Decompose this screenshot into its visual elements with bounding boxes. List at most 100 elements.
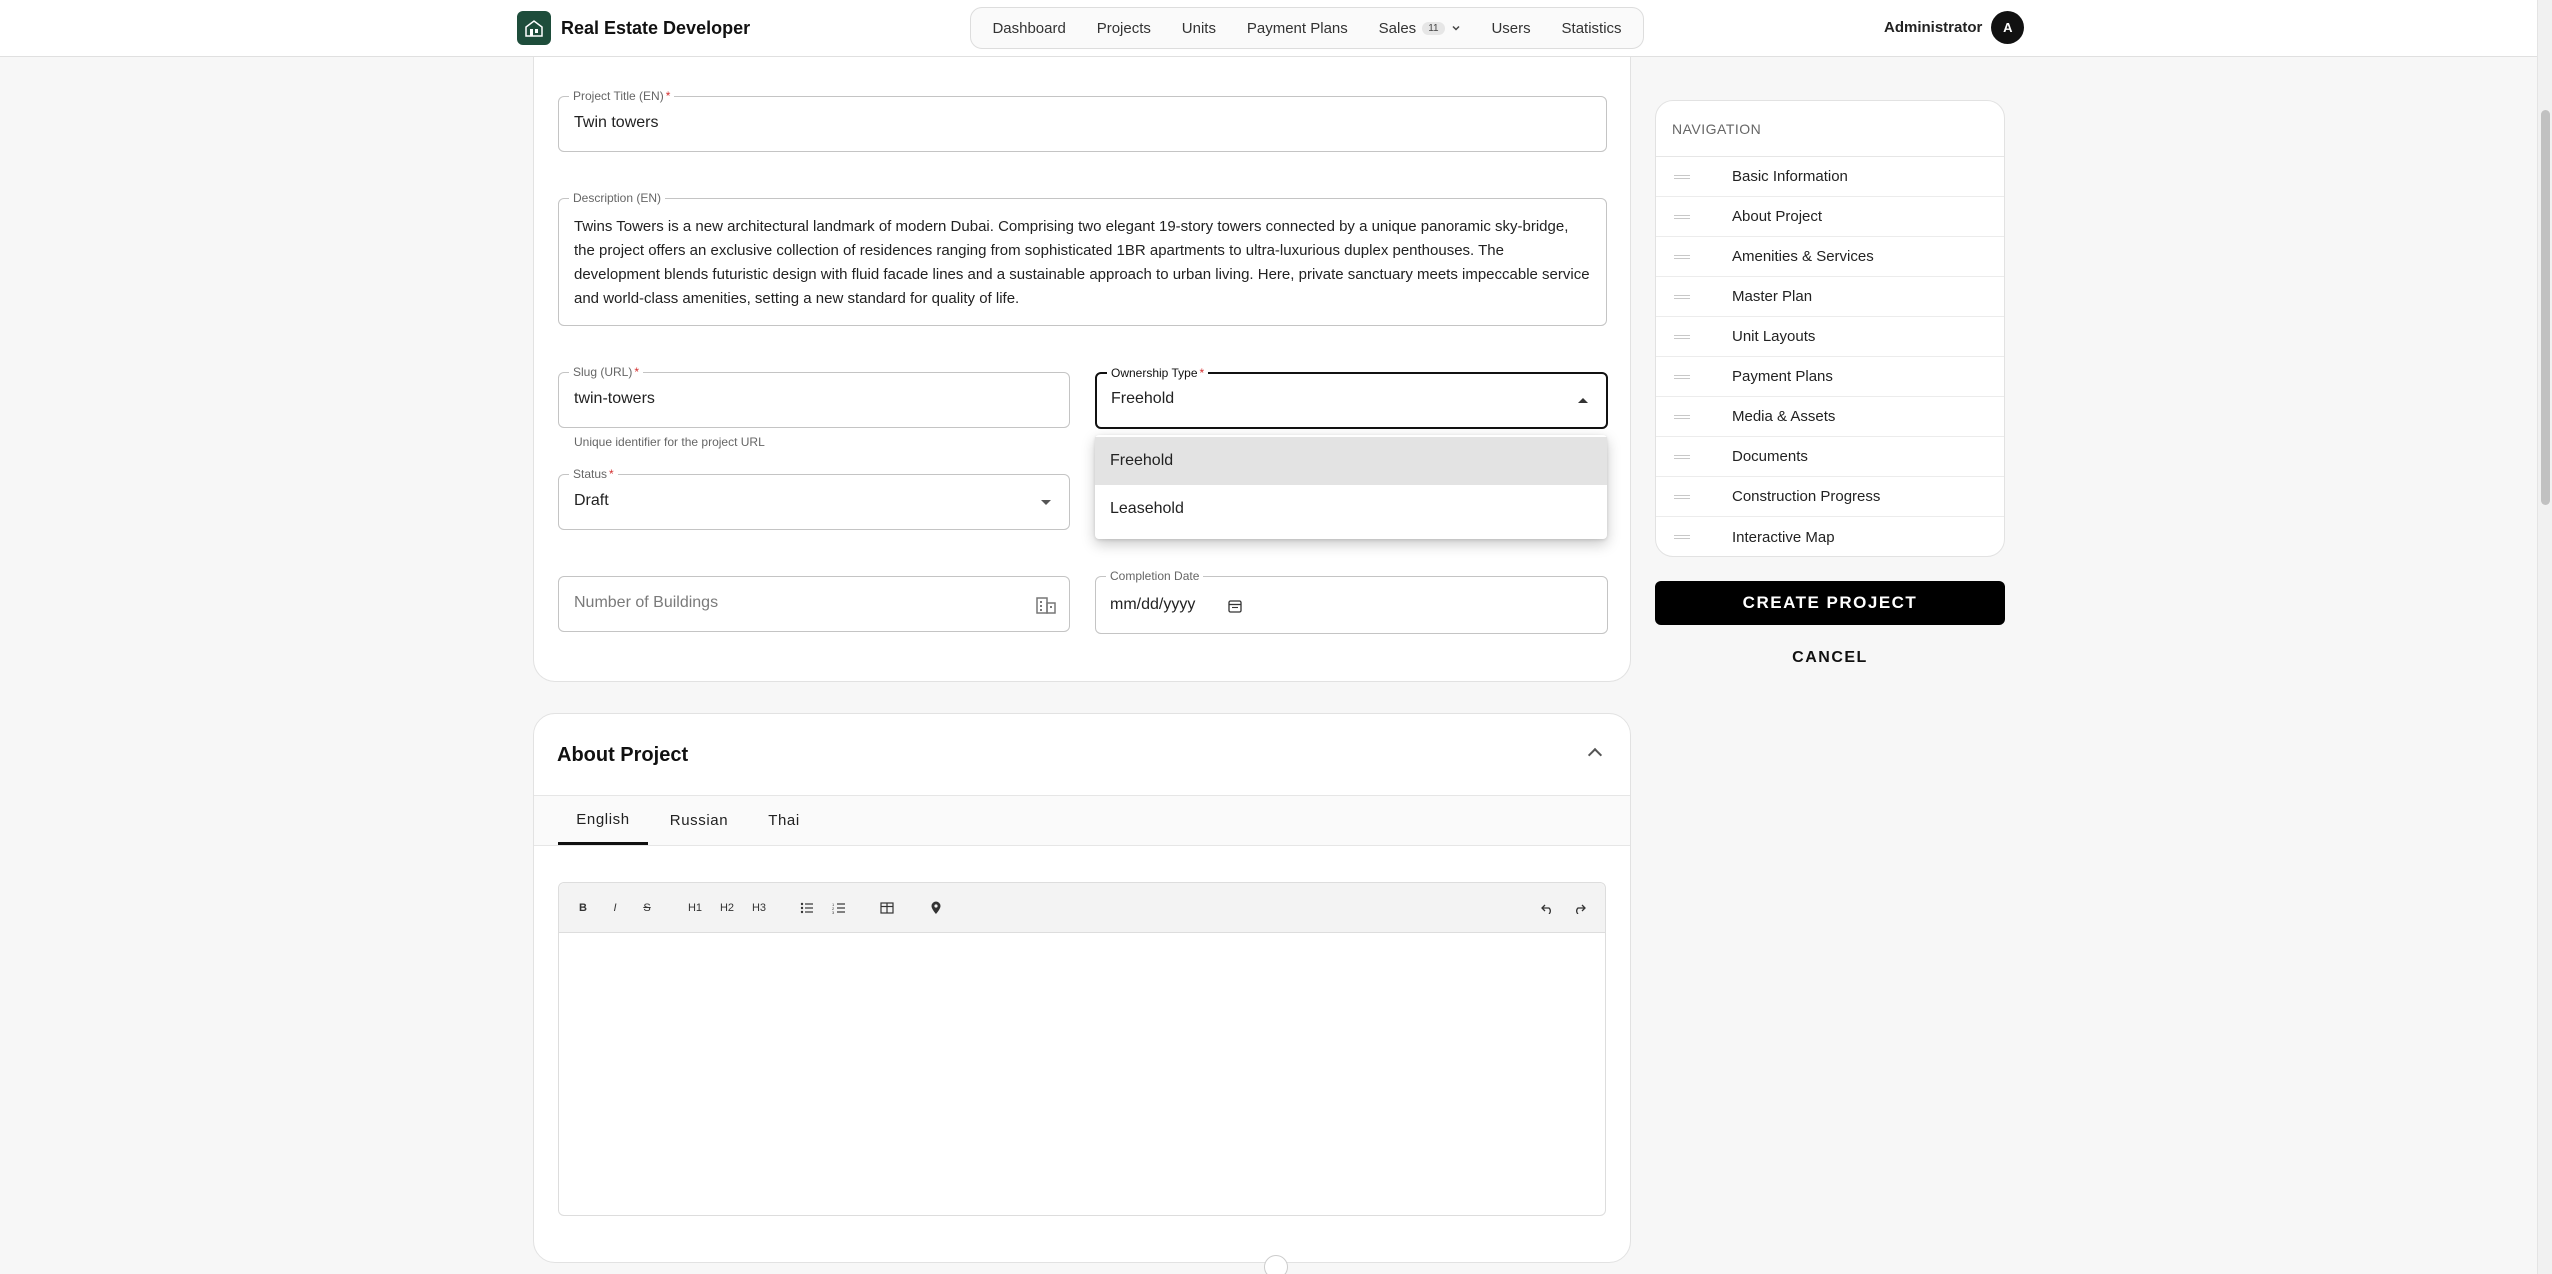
- nav-payment-plans[interactable]: Payment Plans: [1247, 20, 1348, 37]
- drag-handle-icon[interactable]: [1674, 335, 1690, 339]
- drag-handle-icon[interactable]: [1674, 255, 1690, 259]
- nav-dashboard[interactable]: Dashboard: [992, 20, 1065, 37]
- number-of-buildings-placeholder: Number of Buildings: [574, 594, 719, 611]
- ownership-option-freehold[interactable]: Freehold: [1095, 437, 1607, 485]
- sidebar-item-interactive-map[interactable]: Interactive Map: [1656, 517, 2004, 556]
- user-menu[interactable]: Administrator A: [1884, 11, 2025, 44]
- location-pin-icon[interactable]: [925, 897, 947, 919]
- ordered-list-icon[interactable]: 123: [828, 897, 850, 919]
- drag-handle-icon[interactable]: [1674, 415, 1690, 419]
- project-title-label: Project Title (EN) *: [569, 89, 675, 103]
- nav-sales-label: Sales: [1378, 19, 1417, 37]
- table-icon[interactable]: [876, 897, 898, 919]
- status-label: Status *: [569, 467, 618, 481]
- avatar[interactable]: A: [1991, 11, 2025, 44]
- strikethrough-button[interactable]: S: [636, 897, 658, 919]
- basic-information-card: Project Title (EN) * Twin towers Descript…: [533, 20, 1631, 682]
- undo-icon[interactable]: [1536, 897, 1558, 919]
- sidebar-item-label: Interactive Map: [1732, 528, 1835, 546]
- ownership-option-leasehold[interactable]: Leasehold: [1095, 485, 1607, 533]
- drag-handle-icon[interactable]: [1674, 175, 1690, 179]
- nav-units[interactable]: Units: [1182, 20, 1216, 37]
- sidebar-item-label: Documents: [1732, 448, 1808, 465]
- calendar-icon[interactable]: [1227, 598, 1243, 614]
- status-value: Draft: [574, 492, 609, 509]
- drag-handle-icon[interactable]: [1674, 215, 1690, 219]
- redo-icon[interactable]: [1568, 897, 1590, 919]
- slug-field[interactable]: Slug (URL) * twin-towers: [558, 365, 1070, 428]
- heading-1-button[interactable]: H1: [684, 897, 706, 919]
- building-logo-icon: [517, 11, 551, 45]
- top-app-bar: Real Estate Developer Dashboard Projects…: [0, 0, 2537, 57]
- sidebar-item-master-plan[interactable]: Master Plan: [1656, 277, 2004, 317]
- section-navigation-panel: NAVIGATION Basic Information About Proje…: [1655, 100, 2005, 557]
- description-field[interactable]: Description (EN) Twins Towers is a new a…: [558, 191, 1607, 326]
- sidebar-item-unit-layouts[interactable]: Unit Layouts: [1656, 317, 2004, 357]
- create-project-button[interactable]: CREATE PROJECT: [1655, 581, 2005, 625]
- completion-date-field[interactable]: Completion Date mm/dd/yyyy: [1095, 569, 1608, 634]
- description-value: Twins Towers is a new architectural land…: [574, 218, 1590, 307]
- caret-down-icon[interactable]: [1041, 500, 1051, 505]
- tab-english[interactable]: English: [558, 796, 648, 845]
- sidebar-item-media-assets[interactable]: Media & Assets: [1656, 397, 2004, 437]
- sidebar-item-label: Unit Layouts: [1732, 328, 1816, 345]
- ownership-type-select[interactable]: Ownership Type * Freehold: [1095, 366, 1608, 429]
- brand[interactable]: Real Estate Developer: [517, 11, 750, 45]
- drag-handle-icon[interactable]: [1674, 455, 1690, 459]
- sidebar-item-amenities-services[interactable]: Amenities & Services: [1656, 237, 2004, 277]
- sidebar-item-documents[interactable]: Documents: [1656, 437, 2004, 477]
- sidebar-item-label: Master Plan: [1732, 288, 1813, 305]
- language-tabs: English Russian Thai: [534, 796, 1630, 846]
- cancel-button[interactable]: CANCEL: [1655, 642, 2005, 674]
- sidebar-item-label: About Project: [1732, 208, 1823, 225]
- svg-text:3: 3: [832, 910, 835, 914]
- status-select[interactable]: Status * Draft: [558, 467, 1070, 530]
- building-icon: [1036, 597, 1056, 614]
- chevron-down-icon: [1452, 25, 1460, 31]
- nav-users[interactable]: Users: [1491, 20, 1530, 37]
- navigation-title: NAVIGATION: [1656, 101, 2004, 157]
- project-title-value: Twin towers: [574, 114, 659, 131]
- drag-handle-icon[interactable]: [1674, 535, 1690, 539]
- slug-value: twin-towers: [574, 390, 655, 407]
- scrollbar-thumb[interactable]: [2541, 110, 2550, 505]
- rich-text-editor[interactable]: B I S H1 H2 H3 123: [558, 882, 1606, 1216]
- drag-handle-icon[interactable]: [1674, 375, 1690, 379]
- main-nav: Dashboard Projects Units Payment Plans S…: [970, 7, 1644, 49]
- about-project-card: About Project English Russian Thai B I S…: [533, 713, 1631, 1263]
- completion-date-placeholder: mm/dd/yyyy: [1110, 596, 1196, 613]
- caret-up-icon[interactable]: [1578, 398, 1588, 403]
- heading-3-button[interactable]: H3: [748, 897, 770, 919]
- drag-handle-icon[interactable]: [1674, 495, 1690, 499]
- nav-projects[interactable]: Projects: [1097, 20, 1151, 37]
- nav-sales[interactable]: Sales 11: [1379, 20, 1461, 37]
- bold-button[interactable]: B: [572, 897, 594, 919]
- scroll-to-top-icon[interactable]: [1264, 1255, 1288, 1274]
- ownership-type-menu: Freehold Leasehold: [1095, 435, 1607, 539]
- about-project-header[interactable]: About Project: [534, 714, 1630, 796]
- brand-name: Real Estate Developer: [561, 17, 751, 38]
- tab-russian[interactable]: Russian: [654, 796, 744, 845]
- heading-2-button[interactable]: H2: [716, 897, 738, 919]
- page-scrollbar[interactable]: [2537, 0, 2552, 1274]
- sidebar-item-label: Media & Assets: [1732, 408, 1836, 425]
- nav-statistics[interactable]: Statistics: [1562, 20, 1622, 37]
- italic-button[interactable]: I: [604, 897, 626, 919]
- description-label: Description (EN): [569, 191, 666, 205]
- sales-count-badge: 11: [1422, 21, 1445, 35]
- bullet-list-icon[interactable]: [796, 897, 818, 919]
- sidebar-item-about-project[interactable]: About Project: [1656, 197, 2004, 237]
- about-project-title: About Project: [557, 744, 689, 766]
- user-name: Administrator: [1884, 19, 1983, 36]
- completion-date-label: Completion Date: [1106, 569, 1204, 583]
- sidebar-item-basic-information[interactable]: Basic Information: [1656, 157, 2004, 197]
- sidebar-item-construction-progress[interactable]: Construction Progress: [1656, 477, 2004, 517]
- drag-handle-icon[interactable]: [1674, 295, 1690, 299]
- number-of-buildings-field[interactable]: Number of Buildings: [558, 576, 1070, 632]
- editor-content-area[interactable]: [559, 933, 1605, 1215]
- chevron-up-icon[interactable]: [1587, 747, 1603, 763]
- project-title-field[interactable]: Project Title (EN) * Twin towers: [558, 89, 1607, 152]
- tab-thai[interactable]: Thai: [744, 796, 824, 845]
- sidebar-item-label: Basic Information: [1732, 168, 1848, 185]
- sidebar-item-payment-plans[interactable]: Payment Plans: [1656, 357, 2004, 397]
